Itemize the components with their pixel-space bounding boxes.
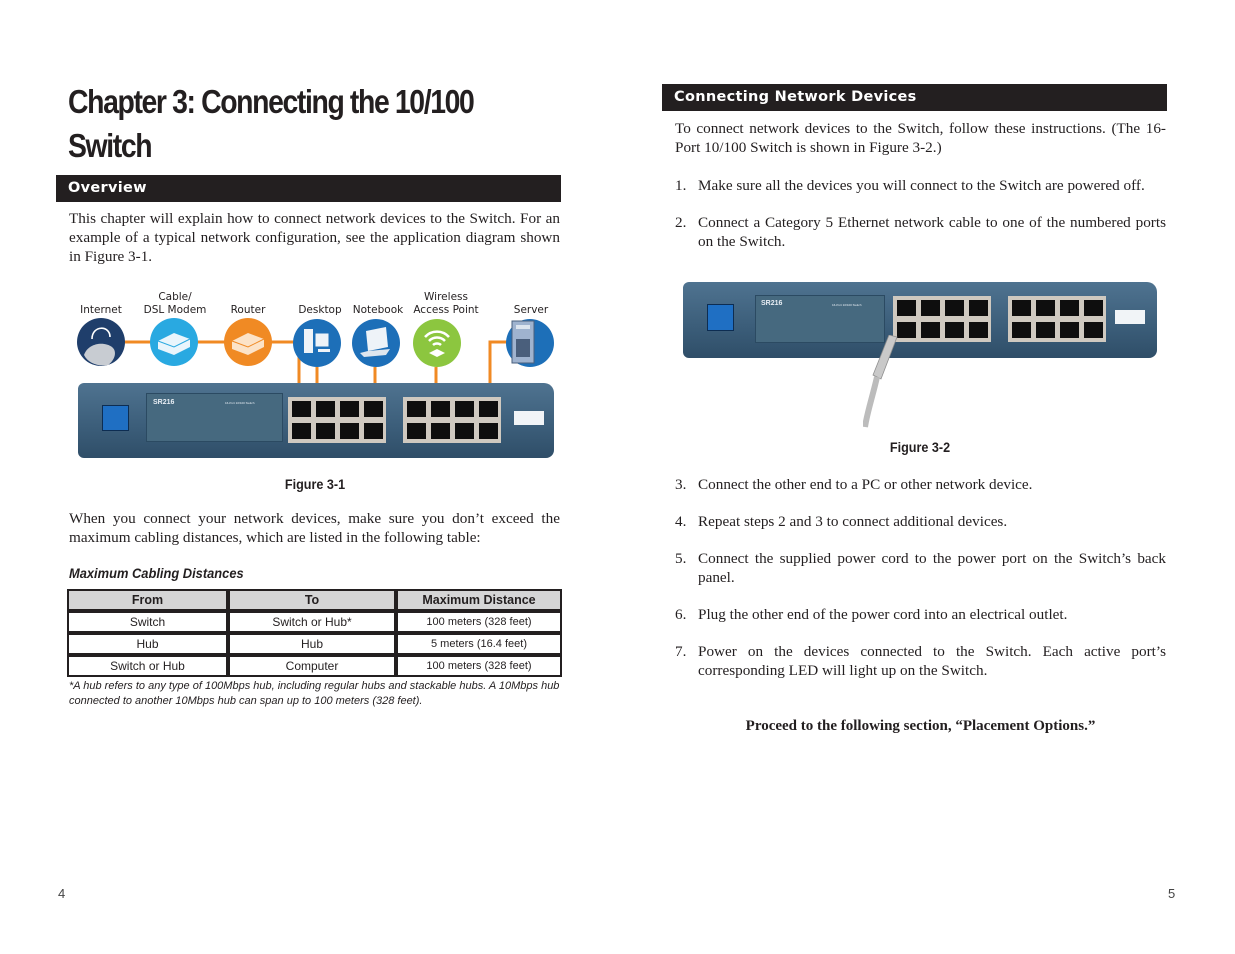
cell-from: Switch or Hub — [67, 655, 228, 677]
step-item: 5. Connect the supplied power cord to th… — [675, 549, 1166, 587]
step-number: 5. — [675, 550, 687, 567]
cell-from: Hub — [67, 633, 228, 655]
proceed-note: Proceed to the following section, “Place… — [745, 718, 1096, 734]
cell-to: Hub — [228, 633, 396, 655]
figure-3-1: Internet Cable/ DSL Modem Router Desktop… — [70, 285, 560, 465]
wireless-ap-icon — [413, 319, 461, 367]
step-item: 6. Plug the other end of the power cord … — [675, 605, 1166, 624]
cell-from: Switch — [67, 611, 228, 633]
distance-intro-paragraph: When you connect your network devices, m… — [69, 510, 560, 546]
cabling-distance-table: From To Maximum Distance Switch Switch o… — [67, 589, 562, 677]
cell-distance: 5 meters (16.4 feet) — [396, 633, 562, 655]
step-number: 6. — [675, 606, 687, 623]
table-row: Switch Switch or Hub* 100 meters (328 fe… — [67, 611, 562, 633]
globe-icon — [77, 318, 125, 366]
steps-list-part-2: 3. Connect the other end to a PC or othe… — [675, 475, 1166, 680]
switch-sr216-fig1: SR216 16-Port 10/100 Switch — [78, 383, 554, 458]
port-group-1-8 — [288, 397, 386, 443]
step-number: 1. — [675, 177, 687, 194]
switch-model-label: SR216 — [761, 300, 783, 307]
table-row: Switch or Hub Computer 100 meters (328 f… — [67, 655, 562, 677]
overview-paragraph: This chapter will explain how to connect… — [69, 210, 560, 265]
port-group-9-16 — [1008, 296, 1106, 342]
step-item: 4. Repeat steps 2 and 3 to connect addit… — [675, 512, 1166, 531]
step-text: Make sure all the devices you will conne… — [698, 177, 1145, 194]
figure-3-2-caption: Figure 3-2 — [889, 439, 951, 455]
cell-distance: 100 meters (328 feet) — [396, 655, 562, 677]
modem-icon — [150, 318, 198, 366]
step-item: 3. Connect the other end to a PC or othe… — [675, 475, 1166, 494]
table-row: Hub Hub 5 meters (16.4 feet) — [67, 633, 562, 655]
switch-sr216-fig2: SR216 16-Port 10/100 Switch — [683, 282, 1157, 358]
chapter-title: Chapter 3: Connecting the 10/100 Switch — [68, 80, 515, 168]
step-text: Power on the devices connected to the Sw… — [698, 643, 1166, 679]
cisco-systems-logo-icon — [514, 411, 544, 425]
column-header-max-distance: Maximum Distance — [396, 589, 562, 611]
switch-front-panel: SR216 16-Port 10/100 Switch — [146, 393, 283, 442]
cell-to: Switch or Hub* — [228, 611, 396, 633]
connecting-intro-paragraph: To connect network devices to the Switch… — [675, 120, 1166, 156]
connecting-devices-heading: Connecting Network Devices — [662, 84, 1167, 111]
step-item: 1. Make sure all the devices you will co… — [675, 176, 1166, 195]
step-text: Connect the supplied power cord to the p… — [698, 550, 1166, 586]
table-header-row: From To Maximum Distance — [67, 589, 562, 611]
port-group-9-16 — [403, 397, 501, 443]
switch-subtitle-label: 16-Port 10/100 Switch — [225, 401, 255, 405]
router-icon — [224, 318, 272, 366]
step-number: 4. — [675, 513, 687, 530]
step-text: Connect the other end to a PC or other n… — [698, 476, 1033, 493]
figure-3-1-caption: Figure 3-1 — [284, 476, 346, 492]
chapter-title-line-1: Chapter 3: Connecting the 10/100 — [68, 83, 475, 120]
step-item: 2. Connect a Category 5 Ethernet network… — [675, 213, 1166, 251]
step-text: Connect a Category 5 Ethernet network ca… — [698, 214, 1166, 250]
table-title: Maximum Cabling Distances — [69, 565, 244, 581]
device-label-modem: Cable/ DSL Modem — [143, 291, 207, 316]
chapter-title-line-2: Switch — [68, 127, 153, 164]
figure-3-2: SR216 16-Port 10/100 Switch — [683, 280, 1158, 430]
table-footnote: *A hub refers to any type of 100Mbps hub… — [69, 680, 560, 707]
column-header-from: From — [67, 589, 228, 611]
page-number-right: 5 — [1168, 886, 1176, 901]
cisco-systems-logo-icon — [1115, 310, 1145, 324]
notebook-icon — [352, 319, 400, 367]
steps-list-part-1: 1. Make sure all the devices you will co… — [675, 176, 1166, 251]
switch-subtitle-label: 16-Port 10/100 Switch — [832, 303, 862, 307]
linksys-logo-icon — [707, 304, 734, 331]
device-label-wireless-ap: Wireless Access Point — [413, 291, 479, 316]
overview-heading: Overview — [56, 175, 561, 202]
cell-distance: 100 meters (328 feet) — [396, 611, 562, 633]
step-item: 7. Power on the devices connected to the… — [675, 642, 1166, 680]
step-number: 2. — [675, 214, 687, 231]
desktop-icon — [293, 319, 341, 367]
step-number: 7. — [675, 643, 687, 660]
step-number: 3. — [675, 476, 687, 493]
step-text: Repeat steps 2 and 3 to connect addition… — [698, 513, 1008, 530]
linksys-logo-icon — [102, 405, 129, 431]
page-number-left: 4 — [58, 886, 66, 901]
column-header-to: To — [228, 589, 396, 611]
step-text: Plug the other end of the power cord int… — [698, 606, 1068, 623]
switch-model-label: SR216 — [153, 399, 175, 406]
cell-to: Computer — [228, 655, 396, 677]
ethernet-cable-icon — [863, 335, 898, 428]
server-icon — [506, 319, 554, 367]
